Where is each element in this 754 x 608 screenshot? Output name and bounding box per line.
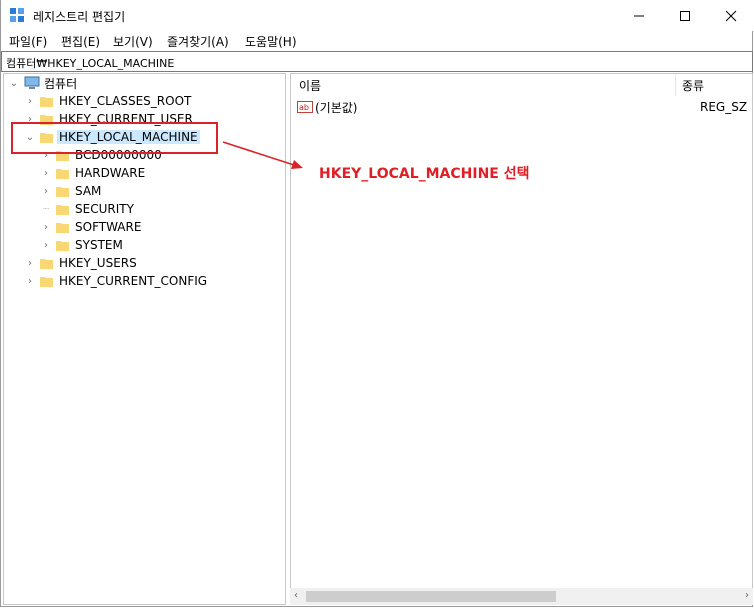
folder-icon [56, 240, 69, 251]
scroll-right-icon[interactable]: › [745, 590, 749, 601]
horizontal-scrollbar[interactable]: ‹ › [290, 588, 753, 605]
chevron-right-icon[interactable]: › [40, 239, 52, 251]
tree-item-security[interactable]: ┈ SECURITY [40, 200, 134, 218]
folder-icon [40, 96, 53, 107]
maximize-icon [680, 10, 690, 21]
chevron-right-icon[interactable]: › [24, 95, 36, 107]
folder-icon [56, 222, 69, 233]
column-header-type[interactable]: 종류 [682, 74, 752, 96]
tree-item-label: 컴퓨터 [44, 76, 78, 91]
chevron-right-icon[interactable]: › [24, 275, 36, 287]
string-value-icon: ab [297, 101, 313, 113]
folder-icon [56, 186, 69, 197]
svg-text:ab: ab [299, 103, 309, 112]
scroll-left-icon[interactable]: ‹ [294, 590, 298, 601]
column-header-name[interactable]: 이름 [299, 74, 669, 96]
registry-editor-window: 레지스트리 편집기 파일(F) 편집(E) 보기(V) 즐겨찾기(A) 도움말(… [0, 0, 754, 607]
tree-item-label: SYSTEM [75, 238, 123, 252]
minimize-button[interactable] [616, 0, 662, 31]
registry-editor-icon [10, 8, 24, 22]
menu-edit[interactable]: 편집(E) [61, 33, 100, 50]
chevron-right-icon[interactable]: › [40, 185, 52, 197]
value-name: (기본값) [315, 100, 358, 115]
tree-item-hkey-current-config[interactable]: › HKEY_CURRENT_CONFIG [24, 272, 207, 290]
close-icon [725, 10, 737, 21]
tree-item-label: SECURITY [75, 202, 134, 216]
tree-item-computer[interactable]: ⌄ 컴퓨터 [8, 74, 77, 92]
menu-favorites[interactable]: 즐겨찾기(A) [167, 33, 229, 50]
tree-item-hkey-classes-root[interactable]: › HKEY_CLASSES_ROOT [24, 92, 191, 110]
close-button[interactable] [708, 0, 754, 31]
minimize-icon [634, 15, 644, 16]
annotation-text: HKEY_LOCAL_MACHINE 선택 [319, 166, 530, 182]
tree-item-label: SOFTWARE [75, 220, 142, 234]
column-header-type-label: 종류 [682, 78, 705, 93]
maximize-button[interactable] [662, 0, 708, 31]
window-title: 레지스트리 편집기 [33, 10, 126, 24]
tree-item-label: HKEY_USERS [59, 256, 137, 270]
menu-view[interactable]: 보기(V) [113, 33, 153, 50]
tree-item-system[interactable]: › SYSTEM [40, 236, 123, 254]
chevron-down-icon[interactable]: ⌄ [8, 77, 20, 89]
folder-icon [56, 168, 69, 179]
value-type: REG_SZ [700, 100, 748, 114]
tree-connector-icon: ┈ [42, 203, 50, 215]
menu-file[interactable]: 파일(F) [9, 33, 47, 50]
chevron-right-icon[interactable]: › [24, 257, 36, 269]
tree-item-hardware[interactable]: › HARDWARE [40, 164, 145, 182]
values-list[interactable]: 이름 종류 ab (기본값) REG_SZ [290, 73, 753, 605]
tree-item-hkey-users[interactable]: › HKEY_USERS [24, 254, 137, 272]
tree-item-label: HKEY_CLASSES_ROOT [59, 94, 192, 108]
tree-item-label: HARDWARE [75, 166, 146, 180]
tree-item-label: HKEY_CURRENT_CONFIG [59, 274, 208, 288]
folder-icon [40, 258, 53, 269]
value-row[interactable]: ab (기본값) REG_SZ [297, 98, 752, 116]
highlight-box [11, 122, 218, 154]
column-divider[interactable] [675, 74, 676, 96]
tree-item-software[interactable]: › SOFTWARE [40, 218, 141, 236]
address-path: 컴퓨터₩HKEY_LOCAL_MACHINE [6, 57, 175, 70]
folder-icon [56, 204, 69, 215]
menu-bar: 파일(F) 편집(E) 보기(V) 즐겨찾기(A) 도움말(H) [1, 31, 754, 51]
scrollbar-thumb[interactable] [306, 591, 556, 602]
address-bar[interactable]: 컴퓨터₩HKEY_LOCAL_MACHINE [1, 51, 753, 72]
menu-help[interactable]: 도움말(H) [245, 33, 297, 50]
tree-item-label: SAM [75, 184, 102, 198]
column-header-name-label: 이름 [299, 78, 322, 93]
chevron-right-icon[interactable]: › [40, 167, 52, 179]
title-bar: 레지스트리 편집기 [1, 0, 754, 31]
computer-icon [24, 76, 40, 89]
tree-item-sam[interactable]: › SAM [40, 182, 101, 200]
folder-icon [40, 276, 53, 287]
chevron-right-icon[interactable]: › [40, 221, 52, 233]
